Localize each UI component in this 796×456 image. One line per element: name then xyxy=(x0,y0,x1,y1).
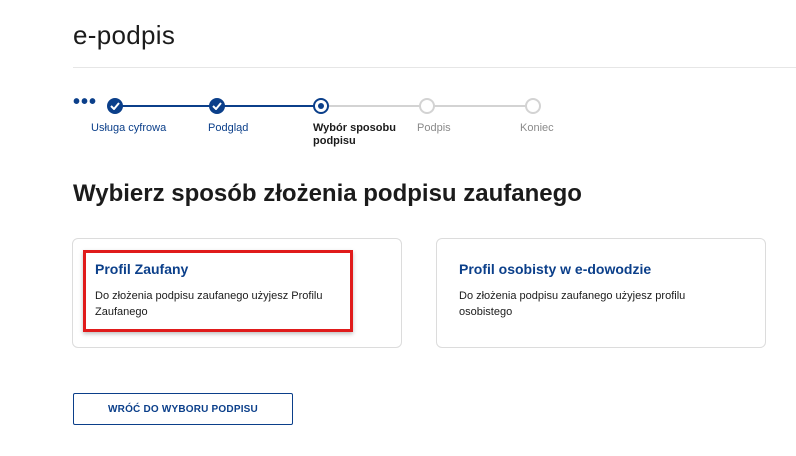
step-label-podpis: Podpis xyxy=(417,122,451,134)
step-label-usluga-cyfrowa[interactable]: Usługa cyfrowa xyxy=(91,122,166,135)
progress-stepper: ••• Usługa cyfrowa Podgląd Wybór sposobu… xyxy=(0,0,796,160)
step-todo-icon xyxy=(525,98,541,114)
step-label-wybor-sposobu: Wybór sposobu podpisu xyxy=(313,122,396,147)
more-steps-icon[interactable]: ••• xyxy=(73,92,97,112)
step-label-podglad[interactable]: Podgląd xyxy=(208,122,248,135)
stepper-line xyxy=(321,105,427,107)
step-done-check-icon xyxy=(209,98,225,114)
step-todo-icon xyxy=(419,98,435,114)
stepper-line xyxy=(217,105,321,107)
option-description: Do złożenia podpisu zaufanego użyjesz pr… xyxy=(459,290,686,318)
step-label-koniec: Koniec xyxy=(520,122,554,134)
selection-highlight-box xyxy=(83,250,353,332)
option-title[interactable]: Profil osobisty w e-dowodzie xyxy=(459,261,651,277)
page-heading: Wybierz sposób złożenia podpisu zaufaneg… xyxy=(73,180,582,207)
back-to-signature-choice-button[interactable]: WRÓĆ DO WYBORU PODPISU xyxy=(73,393,293,425)
stepper-line xyxy=(115,105,217,107)
stepper-line xyxy=(427,105,533,107)
step-done-check-icon xyxy=(107,98,123,114)
step-current-icon xyxy=(313,98,329,114)
option-card-profil-osobisty[interactable]: Profil osobisty w e-dowodzie Do złożenia… xyxy=(436,238,766,348)
